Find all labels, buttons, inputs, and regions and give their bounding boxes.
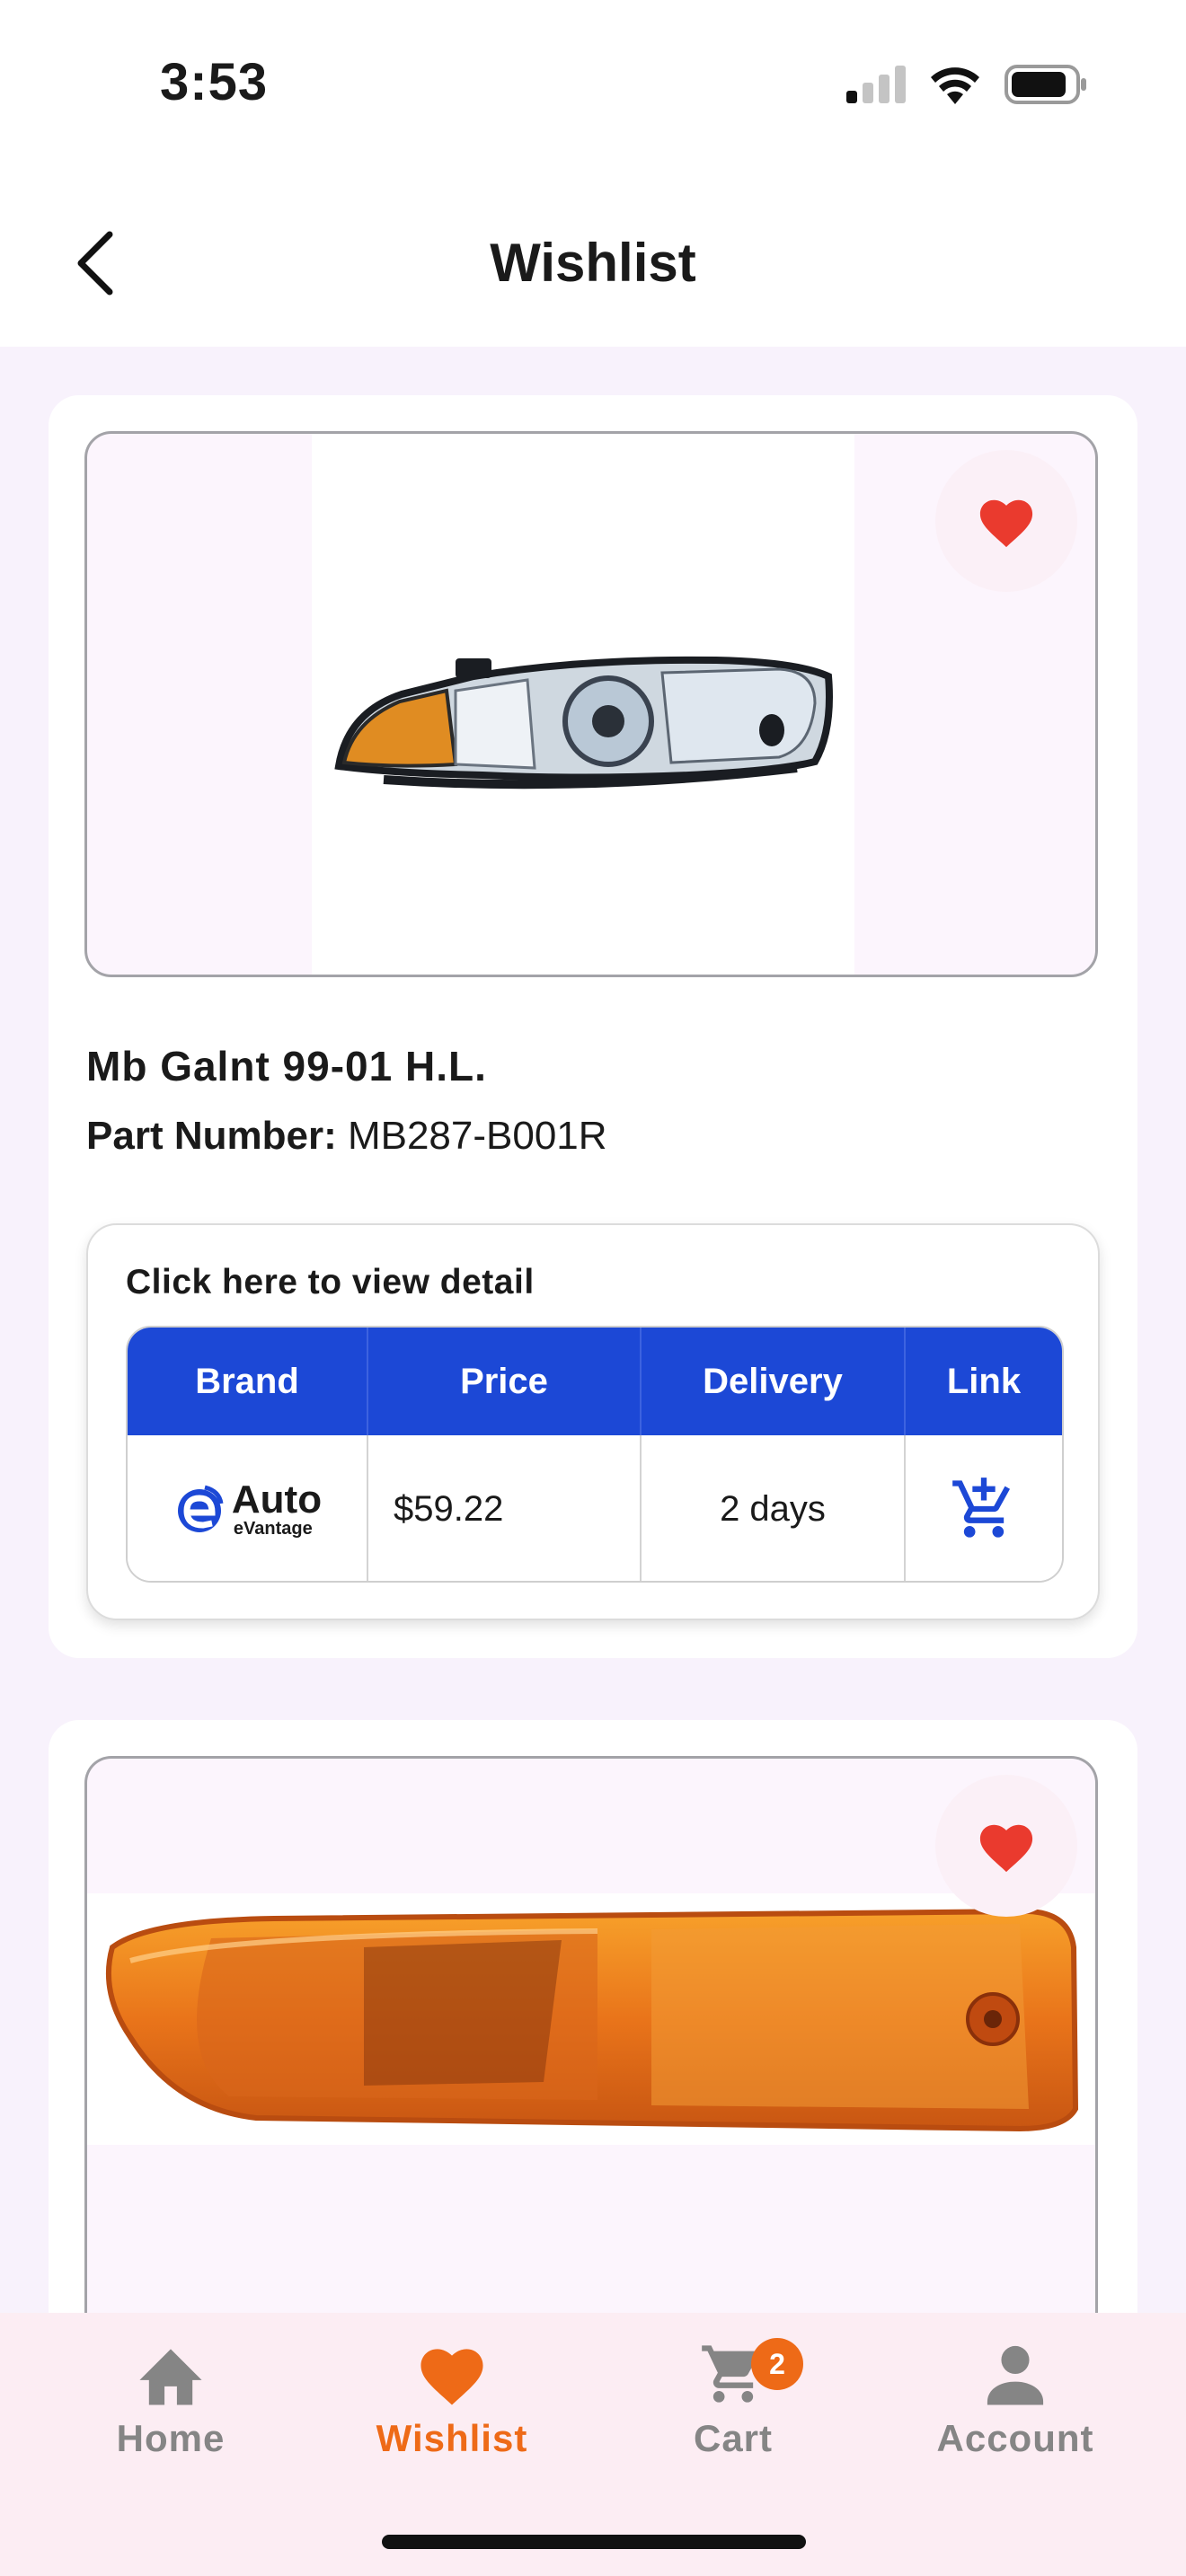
brand-subtitle: eVantage xyxy=(233,1519,313,1539)
part-number-value: MB287-B001R xyxy=(347,1114,607,1158)
status-icons xyxy=(846,65,1087,104)
wifi-icon xyxy=(931,67,979,104)
column-header-link: Link xyxy=(946,1361,1022,1401)
tab-home[interactable]: Home xyxy=(63,2340,279,2475)
status-bar: 3:53 xyxy=(0,0,1186,180)
tab-cart-label: Cart xyxy=(693,2417,774,2459)
brand-e-icon xyxy=(177,1485,224,1532)
heart-icon xyxy=(420,2349,483,2405)
heart-icon xyxy=(979,1824,1033,1873)
brand-cell: Auto eVantage xyxy=(128,1435,368,1581)
heart-icon xyxy=(979,499,1033,548)
tab-cart[interactable]: 2 Cart xyxy=(625,2338,841,2475)
column-header-delivery: Delivery xyxy=(642,1328,906,1435)
side-marker-image xyxy=(105,1908,1079,2132)
offer-table: Brand Price Delivery Link Auto eVantage … xyxy=(126,1326,1064,1583)
home-indicator xyxy=(382,2535,806,2549)
table-header: Brand Price Delivery Link xyxy=(128,1328,1062,1435)
tab-home-label: Home xyxy=(116,2417,226,2459)
tab-wishlist-label: Wishlist xyxy=(376,2417,528,2459)
brand-logo: Auto eVantage xyxy=(173,1480,322,1538)
headlight-image xyxy=(334,656,833,790)
tab-account-label: Account xyxy=(936,2417,1094,2459)
part-number: Part Number: MB287-B001R xyxy=(86,1114,607,1159)
view-detail-caption[interactable]: Click here to view detail xyxy=(126,1263,535,1302)
status-time: 3:53 xyxy=(160,53,269,111)
wishlist-card xyxy=(49,1720,1137,2385)
nav-header: Wishlist xyxy=(0,180,1186,347)
tab-account[interactable]: Account xyxy=(907,2340,1123,2475)
table-row[interactable]: Auto eVantage $59.22 2 days xyxy=(128,1435,1062,1581)
wishlist-card: Mb Galnt 99-01 H.L. Part Number: MB287-B… xyxy=(49,395,1137,1658)
battery-icon xyxy=(1005,65,1086,104)
signal-icon xyxy=(846,66,906,103)
column-header-brand: Brand xyxy=(128,1328,368,1435)
detail-box[interactable]: Click here to view detail Brand Price De… xyxy=(86,1223,1100,1620)
tab-wishlist[interactable]: Wishlist xyxy=(344,2340,560,2475)
home-icon xyxy=(139,2349,202,2405)
favorite-button[interactable] xyxy=(935,450,1077,592)
brand-name: Auto xyxy=(231,1478,323,1522)
link-cell[interactable] xyxy=(906,1435,1062,1581)
delivery-cell: 2 days xyxy=(642,1435,906,1581)
favorite-button[interactable] xyxy=(935,1775,1077,1917)
product-image-frame[interactable] xyxy=(84,1756,1098,2385)
account-icon xyxy=(987,2345,1044,2405)
column-header-price: Price xyxy=(368,1328,642,1435)
price-cell: $59.22 xyxy=(368,1435,642,1581)
part-number-label: Part Number: xyxy=(86,1114,337,1158)
product-image-frame[interactable] xyxy=(84,431,1098,977)
page-title: Wishlist xyxy=(490,233,696,293)
add-to-cart-icon[interactable] xyxy=(950,1475,1018,1543)
product-name: Mb Galnt 99-01 H.L. xyxy=(86,1043,487,1090)
cart-count-badge: 2 xyxy=(751,2338,803,2390)
